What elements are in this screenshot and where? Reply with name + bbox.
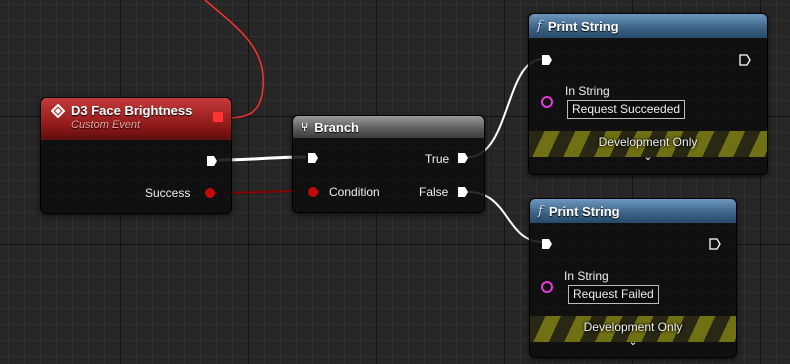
in-string-pin[interactable]: [541, 96, 553, 108]
branch-exec-input-pin[interactable]: [307, 152, 319, 164]
branch-node-title: Branch: [314, 119, 359, 135]
development-only-label: Development Only: [598, 135, 698, 149]
false-pin-label: False: [419, 185, 449, 199]
event-node-title: D3 Face Brightness: [71, 103, 193, 118]
function-icon: f: [538, 203, 543, 219]
print-string-node[interactable]: f Print String In String Request Failed …: [529, 198, 737, 358]
event-diamond-icon: [51, 103, 65, 118]
delegate-output-pin[interactable]: [213, 112, 223, 122]
in-string-label: In String: [564, 269, 609, 283]
print-exec-input-pin[interactable]: [541, 238, 553, 250]
event-node-header[interactable]: D3 Face Brightness Custom Event: [41, 98, 231, 140]
print-node-title: Print String: [547, 18, 619, 34]
branch-node-header[interactable]: ⑂ Branch: [293, 116, 484, 138]
blueprint-graph-canvas[interactable]: D3 Face Brightness Custom Event Success …: [0, 0, 790, 364]
in-string-input[interactable]: Request Failed: [568, 285, 659, 304]
function-icon: f: [537, 18, 542, 34]
success-pin-label: Success: [145, 186, 191, 200]
branch-node[interactable]: ⑂ Branch True Condition False: [292, 115, 485, 213]
condition-bool-pin[interactable]: [307, 186, 319, 198]
true-exec-output-pin[interactable]: [457, 152, 469, 164]
expand-chevron-icon[interactable]: ⌄: [530, 335, 736, 348]
event-node-subtitle: Custom Event: [71, 119, 141, 131]
exec-output-pin[interactable]: [206, 155, 218, 167]
custom-event-node[interactable]: D3 Face Brightness Custom Event Success: [40, 97, 232, 214]
print-exec-input-pin[interactable]: [541, 54, 553, 66]
print-node-title: Print String: [548, 203, 620, 219]
print-exec-output-pin[interactable]: [709, 238, 721, 250]
false-exec-output-pin[interactable]: [457, 186, 469, 198]
in-string-input[interactable]: Request Succeeded: [567, 100, 686, 119]
print-string-node[interactable]: f Print String In String Request Succeed…: [528, 13, 768, 175]
in-string-label: In String: [565, 84, 610, 98]
in-string-pin[interactable]: [541, 281, 553, 293]
branch-icon: ⑂: [301, 120, 309, 134]
print-node-header[interactable]: f Print String: [529, 14, 767, 38]
success-bool-pin[interactable]: [204, 187, 216, 199]
print-exec-output-pin[interactable]: [739, 54, 751, 66]
true-pin-label: True: [425, 152, 450, 166]
development-only-label: Development Only: [583, 320, 683, 334]
expand-chevron-icon[interactable]: ⌄: [529, 150, 767, 163]
print-node-header[interactable]: f Print String: [530, 199, 736, 223]
condition-pin-label: Condition: [329, 185, 380, 199]
